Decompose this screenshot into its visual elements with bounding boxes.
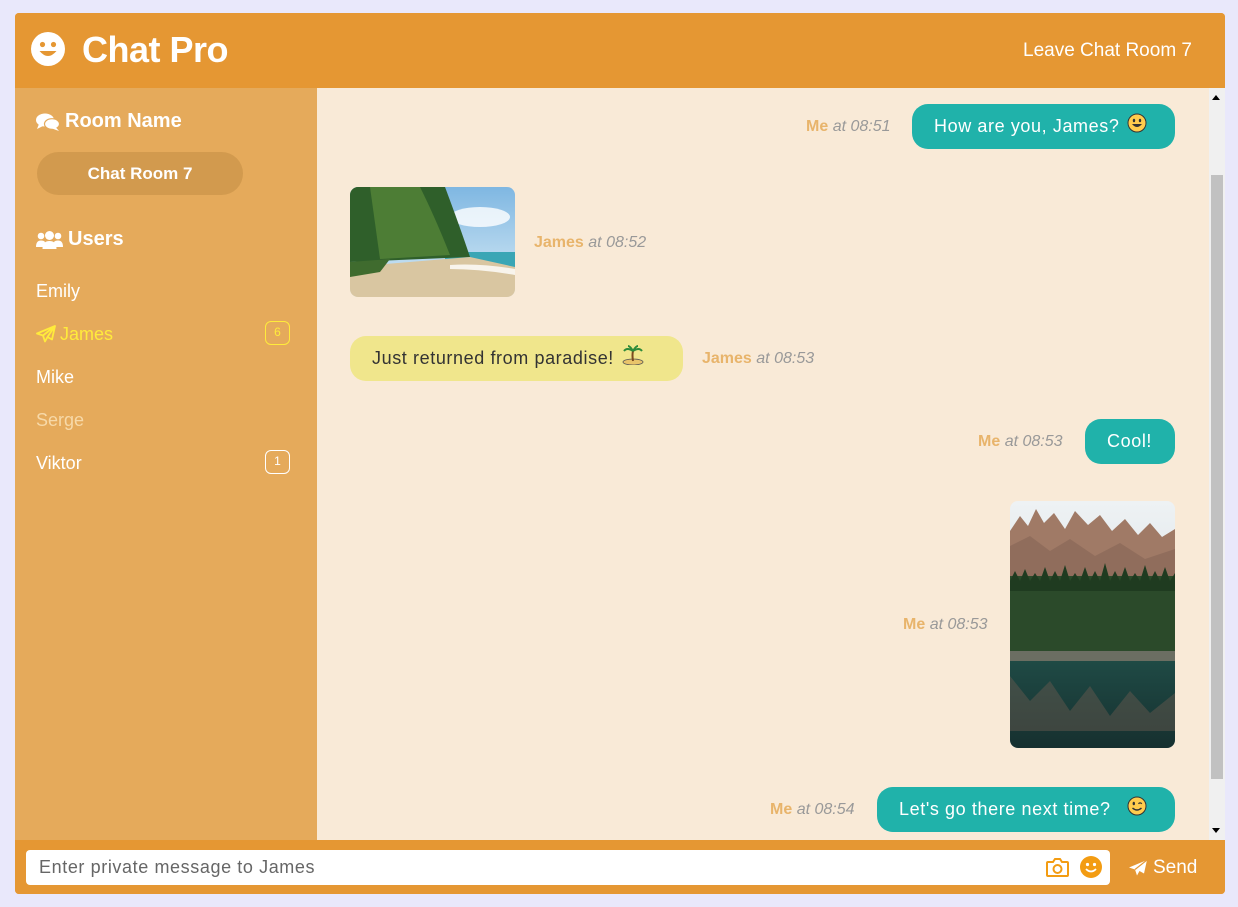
paper-plane-icon	[36, 325, 56, 343]
message-meta: Me at 08:51	[806, 118, 891, 136]
scroll-down-arrow-icon[interactable]	[1212, 828, 1220, 833]
mountain-lake-photo-image	[1010, 501, 1175, 748]
user-name: Mike	[36, 366, 75, 387]
message-text: Let's go there next time?	[899, 799, 1111, 819]
message-text: Cool!	[1107, 431, 1153, 451]
user-item-james[interactable]: James 6	[36, 319, 290, 349]
scroll-thumb[interactable]	[1211, 175, 1223, 779]
message-time: at 08:53	[929, 616, 988, 633]
composer-bar: Send	[15, 840, 1225, 894]
my-message-bubble: Let's go there next time?	[877, 787, 1175, 832]
user-name: Viktor	[36, 452, 82, 473]
user-item-mike[interactable]: Mike	[36, 362, 290, 392]
user-item-emily[interactable]: Emily	[36, 276, 290, 306]
room-heading-label: Room Name	[65, 110, 182, 132]
unread-badge: 6	[265, 321, 290, 345]
user-item-serge[interactable]: Serge	[36, 405, 290, 435]
smiley-face-icon[interactable]	[1080, 856, 1102, 878]
room-heading: Room Name	[36, 110, 182, 133]
users-icon	[36, 230, 63, 249]
their-message-bubble: Just returned from paradise!	[350, 336, 683, 381]
sender-name: Me	[903, 616, 926, 633]
send-button[interactable]: Send	[1128, 850, 1197, 885]
message-meta: Me at 08:53	[903, 616, 988, 634]
message-time: at 08:53	[756, 350, 815, 367]
sender-name: Me	[806, 118, 829, 135]
users-heading: Users	[36, 228, 124, 251]
send-label: Send	[1153, 856, 1198, 878]
sender-name: James	[534, 234, 584, 251]
message-meta: James at 08:53	[702, 350, 814, 368]
message-time: at 08:52	[588, 234, 647, 251]
app-header: Chat Pro Leave Chat Room 7	[15, 13, 1225, 88]
room-name-pill: Chat Room 7	[37, 152, 243, 195]
grinning-face-icon	[1127, 105, 1147, 150]
user-name: Serge	[36, 409, 85, 430]
winking-face-icon	[1127, 788, 1147, 833]
sender-name: Me	[978, 433, 1001, 450]
scroll-up-arrow-icon[interactable]	[1212, 95, 1220, 100]
message-meta: Me at 08:54	[770, 801, 855, 819]
message-time: at 08:54	[796, 801, 855, 818]
message-list[interactable]: Me at 08:51 How are you, James? James at…	[317, 88, 1209, 840]
sender-name: James	[702, 350, 752, 367]
app-title: Chat Pro	[82, 29, 229, 70]
beach-photo-image	[350, 187, 515, 297]
camera-icon[interactable]	[1046, 857, 1069, 877]
user-name: Emily	[36, 280, 80, 301]
user-name: James	[60, 323, 114, 344]
user-item-viktor[interactable]: Viktor 1	[36, 448, 290, 478]
sender-name: Me	[770, 801, 793, 818]
message-time: at 08:51	[832, 118, 891, 135]
message-time: at 08:53	[1004, 433, 1063, 450]
users-heading-label: Users	[68, 228, 124, 250]
chat-app: Chat Pro Leave Chat Room 7 Room Name Cha…	[15, 13, 1225, 894]
mountain-lake-photo[interactable]	[1010, 501, 1175, 748]
paper-plane-icon	[1129, 859, 1148, 875]
my-message-bubble: Cool!	[1085, 419, 1175, 464]
smiley-face-icon	[31, 32, 65, 66]
desert-island-icon	[622, 337, 644, 382]
chat-scrollbar[interactable]	[1209, 88, 1225, 840]
unread-badge: 1	[265, 450, 290, 474]
message-text: How are you, James?	[934, 116, 1120, 136]
sidebar: Room Name Chat Room 7 Users Emily James …	[15, 88, 317, 840]
leave-room-link[interactable]: Leave Chat Room 7	[1023, 40, 1192, 62]
comments-icon	[36, 113, 60, 131]
message-input[interactable]	[26, 850, 1110, 885]
message-meta: Me at 08:53	[978, 433, 1063, 451]
message-meta: James at 08:52	[534, 234, 646, 252]
message-text: Just returned from paradise!	[372, 348, 614, 368]
beach-photo[interactable]	[350, 187, 515, 297]
my-message-bubble: How are you, James?	[912, 104, 1175, 149]
